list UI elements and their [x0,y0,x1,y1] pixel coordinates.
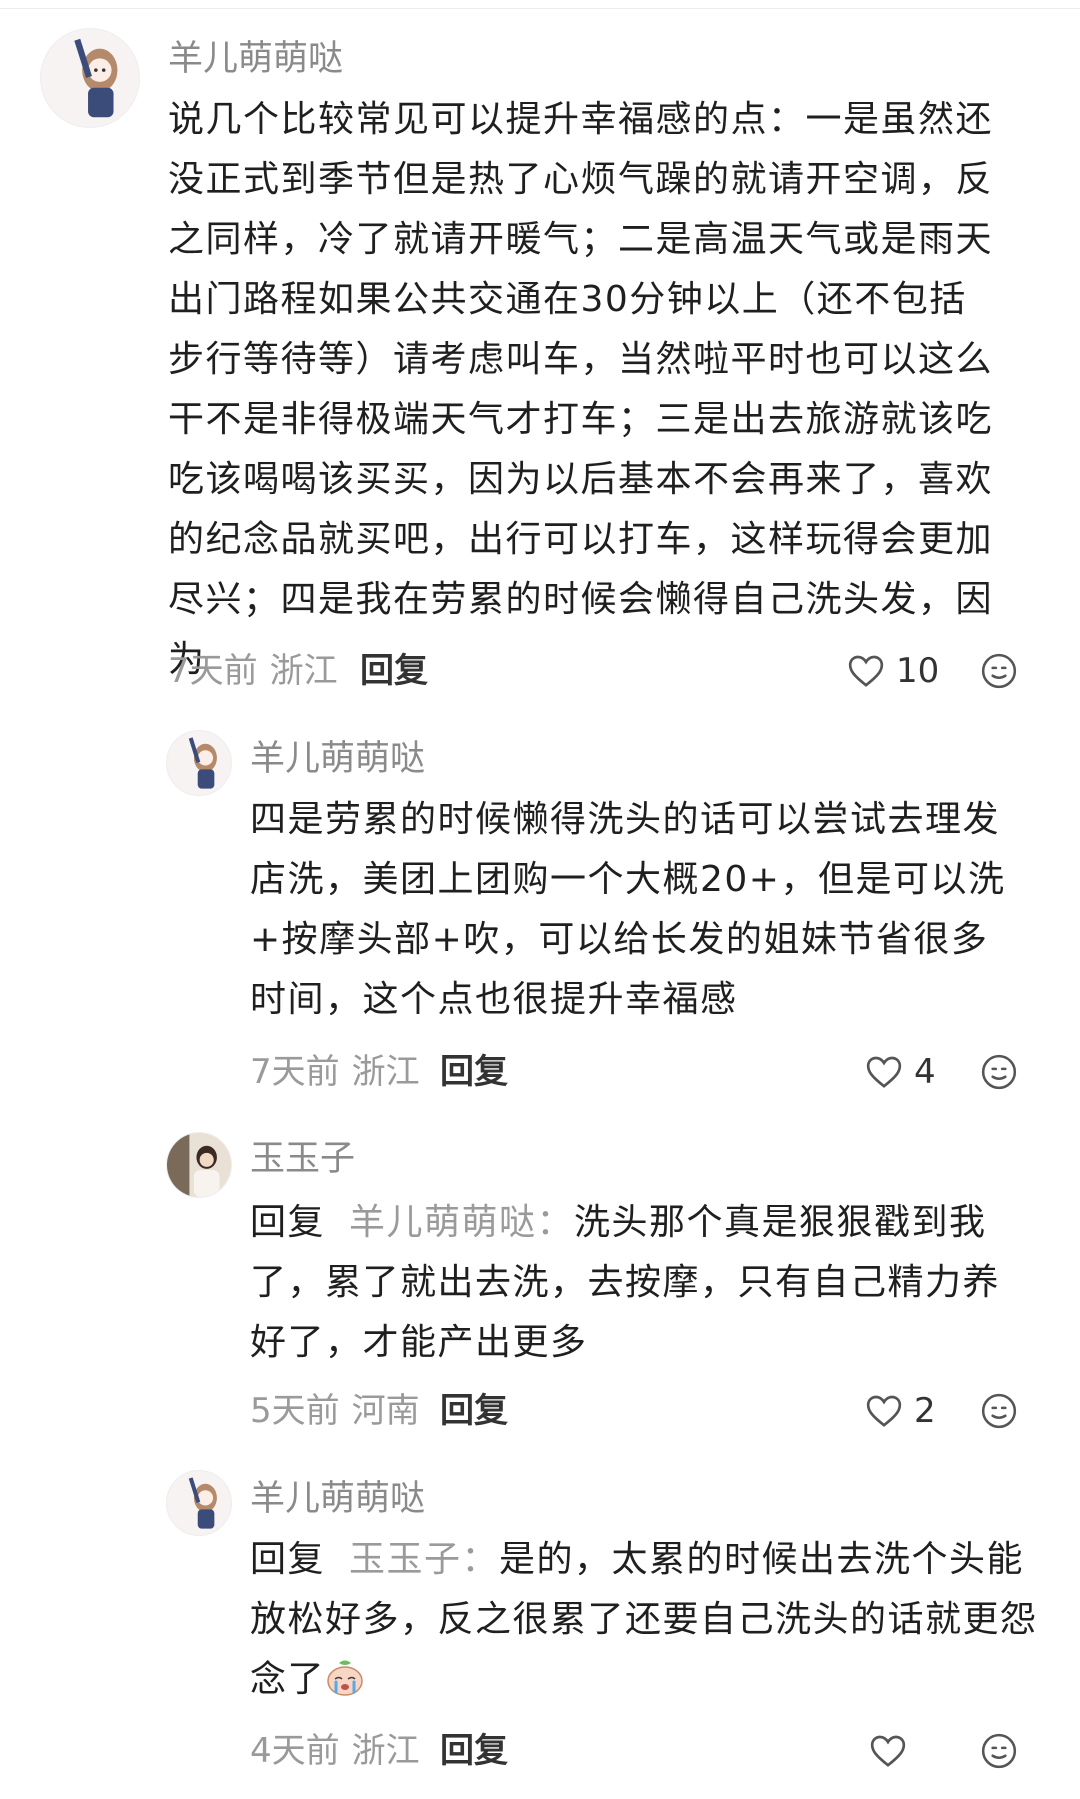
timestamp: 5天前 [250,1391,340,1431]
heart-outline-icon [866,1395,902,1427]
avatar[interactable] [166,1132,232,1198]
reply-button[interactable]: 回复 [360,654,428,688]
username[interactable]: 羊儿萌萌哒 [168,42,343,77]
smiley-icon [981,1393,1017,1429]
like-count: 4 [914,1052,936,1092]
like-count: 2 [914,1391,936,1431]
reply-button[interactable]: 回复 [440,1394,508,1428]
reply-target-user[interactable]: 玉玉子： [349,1539,499,1580]
like-button[interactable]: 2 [864,1389,936,1433]
username[interactable]: 羊儿萌萌哒 [250,1482,425,1517]
reply-prefix: 回复 [250,1202,326,1243]
comment-text: 说几个比较常见可以提升幸福感的点：一是虽然还没正式到季节但是热了心烦气躁的就请开… [168,99,994,680]
top-divider [0,8,1080,9]
location: 河南 [351,1391,420,1431]
timestamp: 7天前 [168,651,258,691]
smiley-icon [981,653,1017,689]
location: 浙江 [269,651,338,691]
reply-button[interactable]: 回复 [440,1055,508,1089]
comment-text: 四是劳累的时候懒得洗头的话可以尝试去理发店洗，美团上团购一个大概20+，但是可以… [250,799,1006,1020]
comment-meta: 4天前 浙江 [250,1734,420,1768]
avatar[interactable] [166,1470,232,1536]
comment-meta: 7天前 浙江 [168,654,338,688]
crying-sticker-icon [325,1656,365,1696]
timestamp: 4天前 [250,1731,340,1771]
comment-text: 回复 玉玉子：是的，太累的时候出去洗个头能放松好多，反之很累了还要自己洗头的话就更… [250,1530,1040,1710]
comment-text: 回复 羊儿萌萌哒：洗头那个真是狠狠戳到我了，累了就出去洗，去按摩，只有自己精力养好… [250,1193,1020,1373]
emoji-reaction-button[interactable] [980,1392,1018,1430]
emoji-reaction-button[interactable] [980,1053,1018,1091]
emoji-reaction-button[interactable] [980,652,1018,690]
like-button[interactable] [868,1729,918,1773]
smiley-icon [981,1054,1017,1090]
reply-target-user[interactable]: 羊儿萌萌哒： [349,1202,574,1243]
smiley-icon [981,1733,1017,1769]
reply-button[interactable]: 回复 [440,1734,508,1768]
comment-meta: 5天前 河南 [250,1394,420,1428]
avatar[interactable] [166,730,232,796]
location: 浙江 [351,1731,420,1771]
comment-meta: 7天前 浙江 [250,1055,420,1089]
username[interactable]: 羊儿萌萌哒 [250,742,425,777]
emoji-reaction-button[interactable] [980,1732,1018,1770]
reply-prefix: 回复 [250,1539,326,1580]
like-button[interactable]: 4 [864,1050,936,1094]
like-count: 10 [896,651,940,691]
heart-outline-icon [870,1735,906,1767]
heart-outline-icon [866,1056,902,1088]
avatar[interactable] [40,28,140,128]
timestamp: 7天前 [250,1052,340,1092]
username[interactable]: 玉玉子 [250,1142,355,1177]
like-button[interactable]: 10 [846,649,939,693]
location: 浙江 [351,1052,420,1092]
heart-outline-icon [848,655,884,687]
